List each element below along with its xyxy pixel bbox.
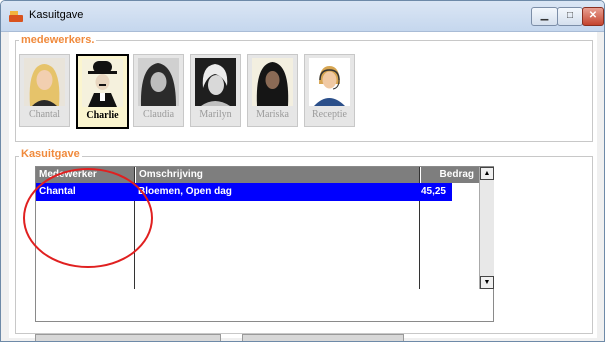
column-header-omschrijving[interactable]: Omschrijving bbox=[135, 167, 420, 183]
new-expense-button[interactable]: Nieuwe kasuitgave bbox=[35, 334, 221, 341]
employee-name: Mariska bbox=[256, 109, 289, 120]
employee-photo-receptie[interactable]: Receptie bbox=[304, 54, 355, 127]
employees-group-label: medewerkers. bbox=[19, 34, 97, 46]
title-bar[interactable]: Kasuitgave ▁ □ ✕ bbox=[1, 1, 604, 32]
employee-photo-claudia[interactable]: Claudia bbox=[133, 54, 184, 127]
employee-name: Chantal bbox=[28, 109, 61, 120]
minimize-icon: ▁ bbox=[540, 10, 549, 21]
expenses-group-label: Kasuitgave bbox=[19, 148, 82, 160]
arrow-down-icon: ▼ bbox=[483, 279, 491, 286]
employee-photo-chantal[interactable]: Chantal bbox=[19, 54, 70, 127]
portrait-image bbox=[138, 58, 179, 106]
open-drawer-button[interactable]: Lade open bbox=[242, 334, 404, 341]
main-content: medewerkers. Chantal Charlie Claudia Mar… bbox=[9, 32, 597, 341]
maximize-icon: □ bbox=[566, 10, 574, 21]
minimize-button[interactable]: ▁ bbox=[531, 7, 558, 26]
cell-omschrijving: Bloemen, Open dag bbox=[138, 186, 232, 197]
employee-photo-charlie[interactable]: Charlie bbox=[76, 54, 129, 129]
maximize-button[interactable]: □ bbox=[557, 7, 583, 26]
employee-photo-marilyn[interactable]: Marilyn bbox=[190, 54, 241, 127]
employee-name: Marilyn bbox=[199, 109, 232, 120]
employee-name: Receptie bbox=[312, 109, 347, 120]
portrait-image bbox=[82, 59, 123, 107]
employee-name: Charlie bbox=[86, 110, 119, 121]
scroll-down-button[interactable]: ▼ bbox=[480, 276, 494, 289]
app-window: Kasuitgave ▁ □ ✕ medewerkers. Chantal Ch… bbox=[0, 0, 605, 342]
app-icon bbox=[9, 10, 23, 22]
scroll-up-button[interactable]: ▲ bbox=[480, 167, 494, 180]
red-circle-annotation bbox=[23, 168, 153, 268]
arrow-up-icon: ▲ bbox=[483, 170, 491, 177]
portrait-image bbox=[252, 58, 293, 106]
portrait-image bbox=[309, 58, 350, 106]
cell-bedrag: 45,25 bbox=[420, 186, 446, 197]
column-header-bedrag[interactable]: Bedrag bbox=[420, 167, 480, 183]
window-title: Kasuitgave bbox=[29, 9, 84, 21]
portrait-image bbox=[24, 58, 65, 106]
vertical-scrollbar[interactable]: ▲ ▼ bbox=[479, 167, 494, 289]
employee-photo-mariska[interactable]: Mariska bbox=[247, 54, 298, 127]
portrait-image bbox=[195, 58, 236, 106]
close-button[interactable]: ✕ bbox=[582, 7, 604, 26]
employee-name: Claudia bbox=[142, 109, 175, 120]
close-icon: ✕ bbox=[588, 10, 598, 21]
